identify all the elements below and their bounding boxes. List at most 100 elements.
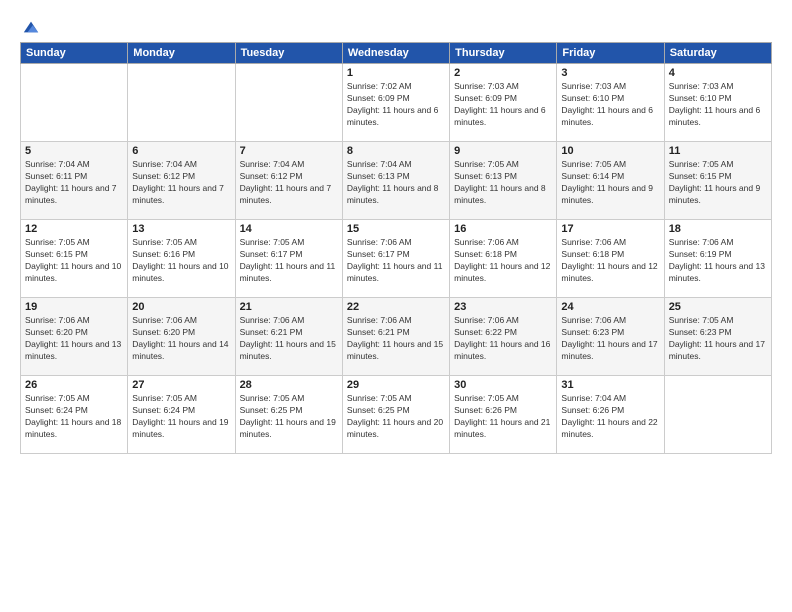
day-number: 8 — [347, 145, 445, 157]
weekday-header: Friday — [557, 43, 664, 64]
day-info: Sunrise: 7:04 AM Sunset: 6:11 PM Dayligh… — [25, 159, 123, 207]
calendar-cell: 30 Sunrise: 7:05 AM Sunset: 6:26 PM Dayli… — [450, 376, 557, 454]
day-number: 19 — [25, 301, 123, 313]
day-info: Sunrise: 7:06 AM Sunset: 6:21 PM Dayligh… — [347, 315, 445, 363]
day-info: Sunrise: 7:04 AM Sunset: 6:13 PM Dayligh… — [347, 159, 445, 207]
day-number: 28 — [240, 379, 338, 391]
day-number: 27 — [132, 379, 230, 391]
weekday-header: Monday — [128, 43, 235, 64]
day-number: 30 — [454, 379, 552, 391]
calendar-cell: 20 Sunrise: 7:06 AM Sunset: 6:20 PM Dayli… — [128, 298, 235, 376]
weekday-header: Sunday — [21, 43, 128, 64]
calendar-week-row: 26 Sunrise: 7:05 AM Sunset: 6:24 PM Dayli… — [21, 376, 772, 454]
calendar-cell: 31 Sunrise: 7:04 AM Sunset: 6:26 PM Dayli… — [557, 376, 664, 454]
day-info: Sunrise: 7:05 AM Sunset: 6:25 PM Dayligh… — [347, 393, 445, 441]
logo — [20, 18, 40, 32]
weekday-header: Thursday — [450, 43, 557, 64]
header — [20, 18, 772, 32]
calendar-cell: 19 Sunrise: 7:06 AM Sunset: 6:20 PM Dayli… — [21, 298, 128, 376]
calendar-cell: 24Sunrise: 7:06 AM Sunset: 6:23 PM Dayli… — [557, 298, 664, 376]
day-info: Sunrise: 7:05 AM Sunset: 6:17 PM Dayligh… — [240, 237, 338, 285]
day-number: 7 — [240, 145, 338, 157]
calendar-cell — [664, 376, 771, 454]
calendar-cell: 18 Sunrise: 7:06 AM Sunset: 6:19 PM Dayli… — [664, 220, 771, 298]
day-info: Sunrise: 7:06 AM Sunset: 6:19 PM Dayligh… — [669, 237, 767, 285]
calendar-cell: 22 Sunrise: 7:06 AM Sunset: 6:21 PM Dayli… — [342, 298, 449, 376]
calendar-cell: 26 Sunrise: 7:05 AM Sunset: 6:24 PM Dayli… — [21, 376, 128, 454]
day-number: 1 — [347, 67, 445, 79]
day-number: 20 — [132, 301, 230, 313]
day-info: Sunrise: 7:06 AM Sunset: 6:18 PM Dayligh… — [454, 237, 552, 285]
day-info: Sunrise: 7:03 AM Sunset: 6:10 PM Dayligh… — [669, 81, 767, 129]
day-info: Sunrise: 7:06 AM Sunset: 6:21 PM Dayligh… — [240, 315, 338, 363]
day-info: Sunrise: 7:03 AM Sunset: 6:09 PM Dayligh… — [454, 81, 552, 129]
calendar-cell: 8 Sunrise: 7:04 AM Sunset: 6:13 PM Daylig… — [342, 142, 449, 220]
calendar-cell — [128, 64, 235, 142]
day-number: 3 — [561, 67, 659, 79]
logo-icon — [22, 18, 40, 36]
calendar-header: SundayMondayTuesdayWednesdayThursdayFrid… — [21, 43, 772, 64]
day-number: 2 — [454, 67, 552, 79]
calendar-body: 1 Sunrise: 7:02 AM Sunset: 6:09 PM Daylig… — [21, 64, 772, 454]
day-number: 22 — [347, 301, 445, 313]
calendar-week-row: 12Sunrise: 7:05 AM Sunset: 6:15 PM Dayli… — [21, 220, 772, 298]
calendar-cell — [235, 64, 342, 142]
calendar-cell: 29 Sunrise: 7:05 AM Sunset: 6:25 PM Dayli… — [342, 376, 449, 454]
day-number: 23 — [454, 301, 552, 313]
weekday-header: Wednesday — [342, 43, 449, 64]
calendar-cell: 6 Sunrise: 7:04 AM Sunset: 6:12 PM Daylig… — [128, 142, 235, 220]
day-number: 29 — [347, 379, 445, 391]
day-number: 6 — [132, 145, 230, 157]
calendar-cell: 13 Sunrise: 7:05 AM Sunset: 6:16 PM Dayli… — [128, 220, 235, 298]
day-info: Sunrise: 7:04 AM Sunset: 6:26 PM Dayligh… — [561, 393, 659, 441]
day-number: 26 — [25, 379, 123, 391]
day-number: 4 — [669, 67, 767, 79]
weekday-row: SundayMondayTuesdayWednesdayThursdayFrid… — [21, 43, 772, 64]
day-info: Sunrise: 7:05 AM Sunset: 6:26 PM Dayligh… — [454, 393, 552, 441]
calendar-week-row: 1 Sunrise: 7:02 AM Sunset: 6:09 PM Daylig… — [21, 64, 772, 142]
calendar-cell: 11Sunrise: 7:05 AM Sunset: 6:15 PM Dayli… — [664, 142, 771, 220]
day-number: 18 — [669, 223, 767, 235]
day-info: Sunrise: 7:05 AM Sunset: 6:23 PM Dayligh… — [669, 315, 767, 363]
day-info: Sunrise: 7:05 AM Sunset: 6:15 PM Dayligh… — [669, 159, 767, 207]
calendar-cell: 14 Sunrise: 7:05 AM Sunset: 6:17 PM Dayli… — [235, 220, 342, 298]
day-number: 14 — [240, 223, 338, 235]
day-info: Sunrise: 7:02 AM Sunset: 6:09 PM Dayligh… — [347, 81, 445, 129]
calendar-cell: 9Sunrise: 7:05 AM Sunset: 6:13 PM Daylig… — [450, 142, 557, 220]
calendar-cell: 12Sunrise: 7:05 AM Sunset: 6:15 PM Dayli… — [21, 220, 128, 298]
day-info: Sunrise: 7:05 AM Sunset: 6:14 PM Dayligh… — [561, 159, 659, 207]
day-info: Sunrise: 7:04 AM Sunset: 6:12 PM Dayligh… — [132, 159, 230, 207]
calendar-cell: 16 Sunrise: 7:06 AM Sunset: 6:18 PM Dayli… — [450, 220, 557, 298]
day-info: Sunrise: 7:06 AM Sunset: 6:18 PM Dayligh… — [561, 237, 659, 285]
day-info: Sunrise: 7:05 AM Sunset: 6:16 PM Dayligh… — [132, 237, 230, 285]
day-info: Sunrise: 7:06 AM Sunset: 6:20 PM Dayligh… — [25, 315, 123, 363]
logo-text — [20, 18, 40, 36]
day-number: 24 — [561, 301, 659, 313]
day-info: Sunrise: 7:05 AM Sunset: 6:24 PM Dayligh… — [25, 393, 123, 441]
day-number: 16 — [454, 223, 552, 235]
day-number: 13 — [132, 223, 230, 235]
day-info: Sunrise: 7:06 AM Sunset: 6:17 PM Dayligh… — [347, 237, 445, 285]
calendar-cell: 25 Sunrise: 7:05 AM Sunset: 6:23 PM Dayli… — [664, 298, 771, 376]
calendar-cell — [21, 64, 128, 142]
page: SundayMondayTuesdayWednesdayThursdayFrid… — [0, 0, 792, 612]
day-number: 31 — [561, 379, 659, 391]
day-info: Sunrise: 7:04 AM Sunset: 6:12 PM Dayligh… — [240, 159, 338, 207]
day-info: Sunrise: 7:05 AM Sunset: 6:24 PM Dayligh… — [132, 393, 230, 441]
calendar-cell: 2 Sunrise: 7:03 AM Sunset: 6:09 PM Daylig… — [450, 64, 557, 142]
calendar-cell: 28Sunrise: 7:05 AM Sunset: 6:25 PM Dayli… — [235, 376, 342, 454]
calendar-cell: 10Sunrise: 7:05 AM Sunset: 6:14 PM Dayli… — [557, 142, 664, 220]
calendar-cell: 23Sunrise: 7:06 AM Sunset: 6:22 PM Dayli… — [450, 298, 557, 376]
day-number: 9 — [454, 145, 552, 157]
day-number: 25 — [669, 301, 767, 313]
day-number: 21 — [240, 301, 338, 313]
day-info: Sunrise: 7:05 AM Sunset: 6:15 PM Dayligh… — [25, 237, 123, 285]
calendar-cell: 3Sunrise: 7:03 AM Sunset: 6:10 PM Daylig… — [557, 64, 664, 142]
calendar-table: SundayMondayTuesdayWednesdayThursdayFrid… — [20, 42, 772, 454]
calendar-cell: 4 Sunrise: 7:03 AM Sunset: 6:10 PM Daylig… — [664, 64, 771, 142]
calendar-week-row: 5Sunrise: 7:04 AM Sunset: 6:11 PM Daylig… — [21, 142, 772, 220]
day-number: 17 — [561, 223, 659, 235]
day-info: Sunrise: 7:06 AM Sunset: 6:20 PM Dayligh… — [132, 315, 230, 363]
calendar-cell: 15Sunrise: 7:06 AM Sunset: 6:17 PM Dayli… — [342, 220, 449, 298]
calendar-cell: 1 Sunrise: 7:02 AM Sunset: 6:09 PM Daylig… — [342, 64, 449, 142]
